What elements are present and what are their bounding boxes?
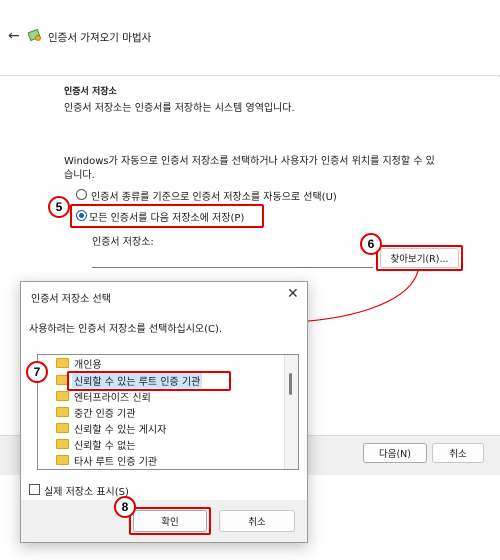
back-arrow-icon[interactable]: ← (8, 28, 20, 44)
store-label: 인증서 저장소: (92, 237, 154, 248)
tree-item[interactable]: 중간 인증 기관 (38, 404, 278, 420)
tree-item-label: 타사 루트 인증 기관 (74, 457, 158, 468)
ok-button[interactable]: 확인 (133, 510, 207, 532)
instruction-line-2: 습니다. (64, 170, 95, 181)
dialog-title: 인증서 저장소 선택 (31, 294, 111, 305)
radio-auto-select[interactable] (76, 189, 87, 200)
tree-item[interactable]: 신뢰할 수 없는 (38, 436, 278, 452)
step-badge-6: 6 (360, 233, 382, 255)
store-select-dialog: 인증서 저장소 선택 ✕ 사용하려는 인증서 저장소를 선택하십시오(C). 개… (20, 281, 308, 543)
tree-item-label: 개인용 (74, 360, 102, 371)
folder-icon (56, 358, 69, 368)
step-badge-8: 8 (114, 496, 136, 518)
folder-icon (56, 407, 69, 417)
tree-scrollbar[interactable] (284, 355, 298, 469)
show-physical-label[interactable]: 실제 저장소 표시(S) (44, 483, 129, 498)
wizard-header: ← 인증서 가져오기 마법사 (0, 0, 500, 76)
store-path-field[interactable] (92, 248, 373, 268)
radio-manual-select[interactable] (76, 210, 87, 221)
step-badge-7: 7 (26, 361, 48, 383)
dialog-prompt: 사용하려는 인증서 저장소를 선택하십시오(C). (29, 324, 223, 335)
tree-item[interactable]: 개인용 (38, 355, 278, 371)
browse-button[interactable]: 찾아보기(R)... (380, 248, 459, 268)
tree-item[interactable]: 신뢰할 수 있는 게시자 (38, 420, 278, 436)
certificate-icon (28, 28, 41, 42)
folder-icon (56, 455, 69, 465)
section-title: 인증서 저장소 (64, 87, 117, 97)
section-description: 인증서 저장소는 인증서를 저장하는 시스템 영역입니다. (64, 103, 295, 114)
option-auto-label[interactable]: 인증서 종류를 기준으로 인증서 저장소를 자동으로 선택(U) (91, 188, 337, 203)
tree-item-label: 엔터프라이즈 신뢰 (74, 393, 151, 404)
wizard-cancel-button[interactable]: 취소 (432, 443, 484, 463)
tree-item[interactable]: 타사 루트 인증 기관 (38, 452, 278, 468)
scrollbar-thumb[interactable] (289, 373, 292, 395)
show-physical-checkbox[interactable] (29, 484, 40, 495)
folder-icon (56, 423, 69, 433)
tree-item-label: 신뢰할 수 있는 게시자 (74, 425, 167, 436)
option-manual-label[interactable]: 모든 인증서를 다음 저장소에 저장(P) (89, 209, 244, 224)
wizard-title: 인증서 가져오기 마법사 (48, 32, 152, 44)
tree-item-label: 신뢰할 수 없는 (74, 441, 136, 452)
instruction-line-1: Windows가 자동으로 인증서 저장소를 선택하거나 사용자가 인증서 위치… (64, 156, 435, 167)
step-badge-5: 5 (48, 196, 70, 218)
close-icon[interactable]: ✕ (287, 286, 299, 302)
highlight-tree-selection (67, 371, 231, 391)
folder-icon (56, 391, 69, 401)
dialog-cancel-button[interactable]: 취소 (219, 510, 295, 532)
folder-icon (56, 439, 69, 449)
tree-item-label: 중간 인증 기관 (74, 409, 136, 420)
next-button[interactable]: 다음(N) (363, 443, 427, 463)
